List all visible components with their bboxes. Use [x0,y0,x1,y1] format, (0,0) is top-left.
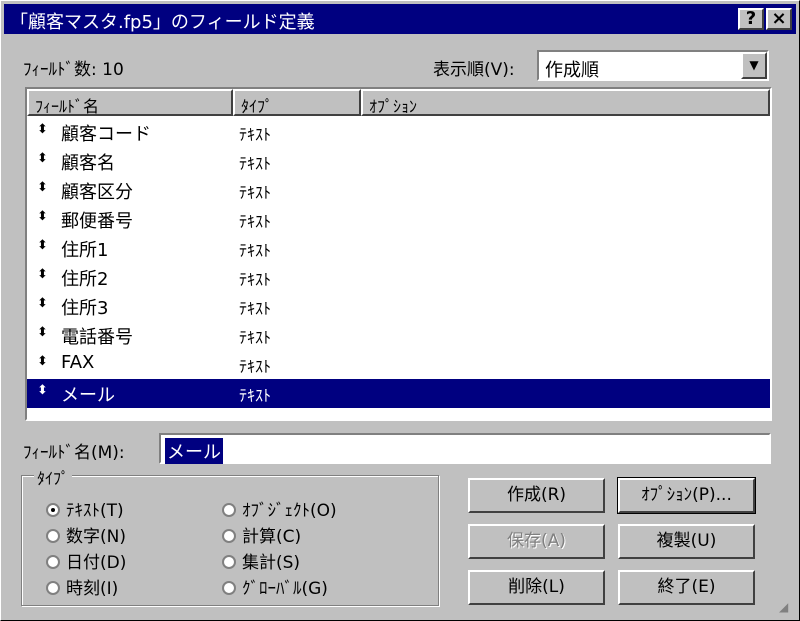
type-radio-label: ﾃｷｽﾄ(T) [66,501,124,521]
radio-icon[interactable] [46,555,60,569]
field-row-type: ﾃｷｽﾄ [239,183,272,202]
field-row-type: ﾃｷｽﾄ [239,154,272,173]
field-row-name: 住所1 [61,240,109,261]
field-row-name: メール [61,385,115,406]
field-row[interactable]: ⬍ 住所2 ﾃｷｽﾄ [27,263,770,292]
type-radio-label: 日付(D) [66,553,127,573]
field-row-type: ﾃｷｽﾄ [239,241,272,260]
field-row[interactable]: ⬍ 電話番号 ﾃｷｽﾄ [27,321,770,350]
type-radio[interactable]: ｸﾞﾛｰﾊﾞﾙ(G) [222,574,328,599]
field-row-name: 郵便番号 [61,211,133,232]
type-radio-label: 計算(C) [242,527,302,547]
chevron-down-icon[interactable]: ▼ [741,52,767,79]
sort-order-label: 表示順(V): [433,60,515,80]
duplicate-button[interactable]: 複製(U) [618,524,755,559]
drag-handle-icon[interactable]: ⬍ [37,296,48,311]
field-row-type: ﾃｷｽﾄ [239,328,272,347]
type-radio-label: ｸﾞﾛｰﾊﾞﾙ(G) [242,579,328,599]
type-radio-label: 集計(S) [242,553,301,573]
options-button[interactable]: ｵﾌﾟｼｮﾝ(P)... [617,477,756,514]
type-radio-label: ｵﾌﾞｼﾞｪｸﾄ(O) [242,501,337,521]
type-radio[interactable]: 時刻(I) [46,574,118,599]
radio-icon[interactable] [222,581,236,595]
field-name-label: ﾌｨｰﾙﾄﾞ名(M): [23,443,125,463]
type-radio[interactable]: 集計(S) [222,548,300,573]
drag-handle-icon[interactable]: ⬍ [37,180,48,195]
exit-button[interactable]: 終了(E) [618,570,755,605]
field-row-name: 顧客名 [61,153,115,174]
field-name-input[interactable]: メール [159,433,771,464]
type-radio[interactable]: ﾃｷｽﾄ(T) [46,496,124,521]
title-bar: 「顧客マスタ.fp5」のフィールド定義 ? × [4,4,796,34]
help-button[interactable]: ? [738,8,764,30]
radio-icon[interactable] [46,503,60,517]
field-row-name: 住所3 [61,298,109,319]
field-row[interactable]: ⬍ 住所1 ﾃｷｽﾄ [27,234,770,263]
type-group-legend: ﾀｲﾌﾟ [34,465,73,489]
column-header-field-name[interactable]: ﾌｨｰﾙﾄﾞ名 [27,89,233,116]
type-group: ﾀｲﾌﾟ ﾃｷｽﾄ(T) 数字(N) 日付(D) 時刻(I) ｵﾌﾞｼﾞｪｸﾄ(O) 計算… [21,465,439,606]
field-row[interactable]: ⬍ 郵便番号 ﾃｷｽﾄ [27,205,770,234]
field-row[interactable]: ⬍ 顧客名 ﾃｷｽﾄ [27,147,770,176]
field-row-name: 住所2 [61,269,109,290]
drag-handle-icon[interactable]: ⬍ [37,325,48,340]
drag-handle-icon[interactable]: ⬍ [37,267,48,282]
field-name-value: メール [165,438,223,464]
field-row[interactable]: ⬍ 顧客コード ﾃｷｽﾄ [27,118,770,147]
field-row-name: 顧客区分 [61,182,133,203]
type-radio[interactable]: 計算(C) [222,522,301,547]
type-radio-label: 時刻(I) [66,579,119,599]
radio-icon[interactable] [222,503,236,517]
type-radio[interactable]: 数字(N) [46,522,126,547]
drag-handle-icon[interactable]: ⬍ [37,122,48,137]
field-row-type: ﾃｷｽﾄ [239,212,272,231]
radio-icon[interactable] [46,581,60,595]
field-definition-dialog: 「顧客マスタ.fp5」のフィールド定義 ? × ﾌｨｰﾙﾄﾞ数: 10 表示順(… [0,0,800,621]
sort-order-select[interactable]: 作成順 ▼ [537,50,769,81]
save-button[interactable]: 保存(A) [468,524,605,559]
delete-button[interactable]: 削除(L) [468,570,605,605]
radio-icon[interactable] [222,555,236,569]
drag-handle-icon[interactable]: ⬍ [37,383,48,398]
resize-grip-icon[interactable]: ◢ [779,600,795,616]
field-list[interactable]: ﾌｨｰﾙﾄﾞ名 ﾀｲﾌﾟ ｵﾌﾟｼｮﾝ ⬍ 顧客コード ﾃｷｽﾄ ⬍ 顧客名 ﾃｷｽﾄ ⬍ 顧… [25,87,772,421]
drag-handle-icon[interactable]: ⬍ [37,238,48,253]
field-row-type: ﾃｷｽﾄ [239,357,272,376]
drag-handle-icon[interactable]: ⬍ [37,151,48,166]
column-header-options[interactable]: ｵﾌﾟｼｮﾝ [361,89,770,116]
type-radio[interactable]: ｵﾌﾞｼﾞｪｸﾄ(O) [222,496,337,521]
window-title: 「顧客マスタ.fp5」のフィールド定義 [10,12,315,33]
type-radio-label: 数字(N) [66,527,126,547]
field-row-name: 電話番号 [61,327,133,348]
column-header-type[interactable]: ﾀｲﾌﾟ [233,89,361,116]
drag-handle-icon[interactable]: ⬍ [37,209,48,224]
field-row-name: 顧客コード [61,124,151,145]
field-row[interactable]: ⬍ メール ﾃｷｽﾄ [27,379,770,408]
field-row-type: ﾃｷｽﾄ [239,125,272,144]
field-row-type: ﾃｷｽﾄ [239,299,272,318]
close-button[interactable]: × [766,8,792,30]
field-row-name: FAX [61,352,95,373]
field-row-type: ﾃｷｽﾄ [239,270,272,289]
field-row-type: ﾃｷｽﾄ [239,386,272,405]
field-row[interactable]: ⬍ 住所3 ﾃｷｽﾄ [27,292,770,321]
radio-icon[interactable] [46,529,60,543]
field-row[interactable]: ⬍ 顧客区分 ﾃｷｽﾄ [27,176,770,205]
sort-order-value: 作成順 [545,60,599,81]
field-row[interactable]: ⬍ FAX ﾃｷｽﾄ [27,350,770,379]
type-radio[interactable]: 日付(D) [46,548,126,573]
radio-icon[interactable] [222,529,236,543]
create-button[interactable]: 作成(R) [468,478,605,513]
drag-handle-icon[interactable]: ⬍ [37,354,48,369]
field-count: ﾌｨｰﾙﾄﾞ数: 10 [23,60,124,80]
